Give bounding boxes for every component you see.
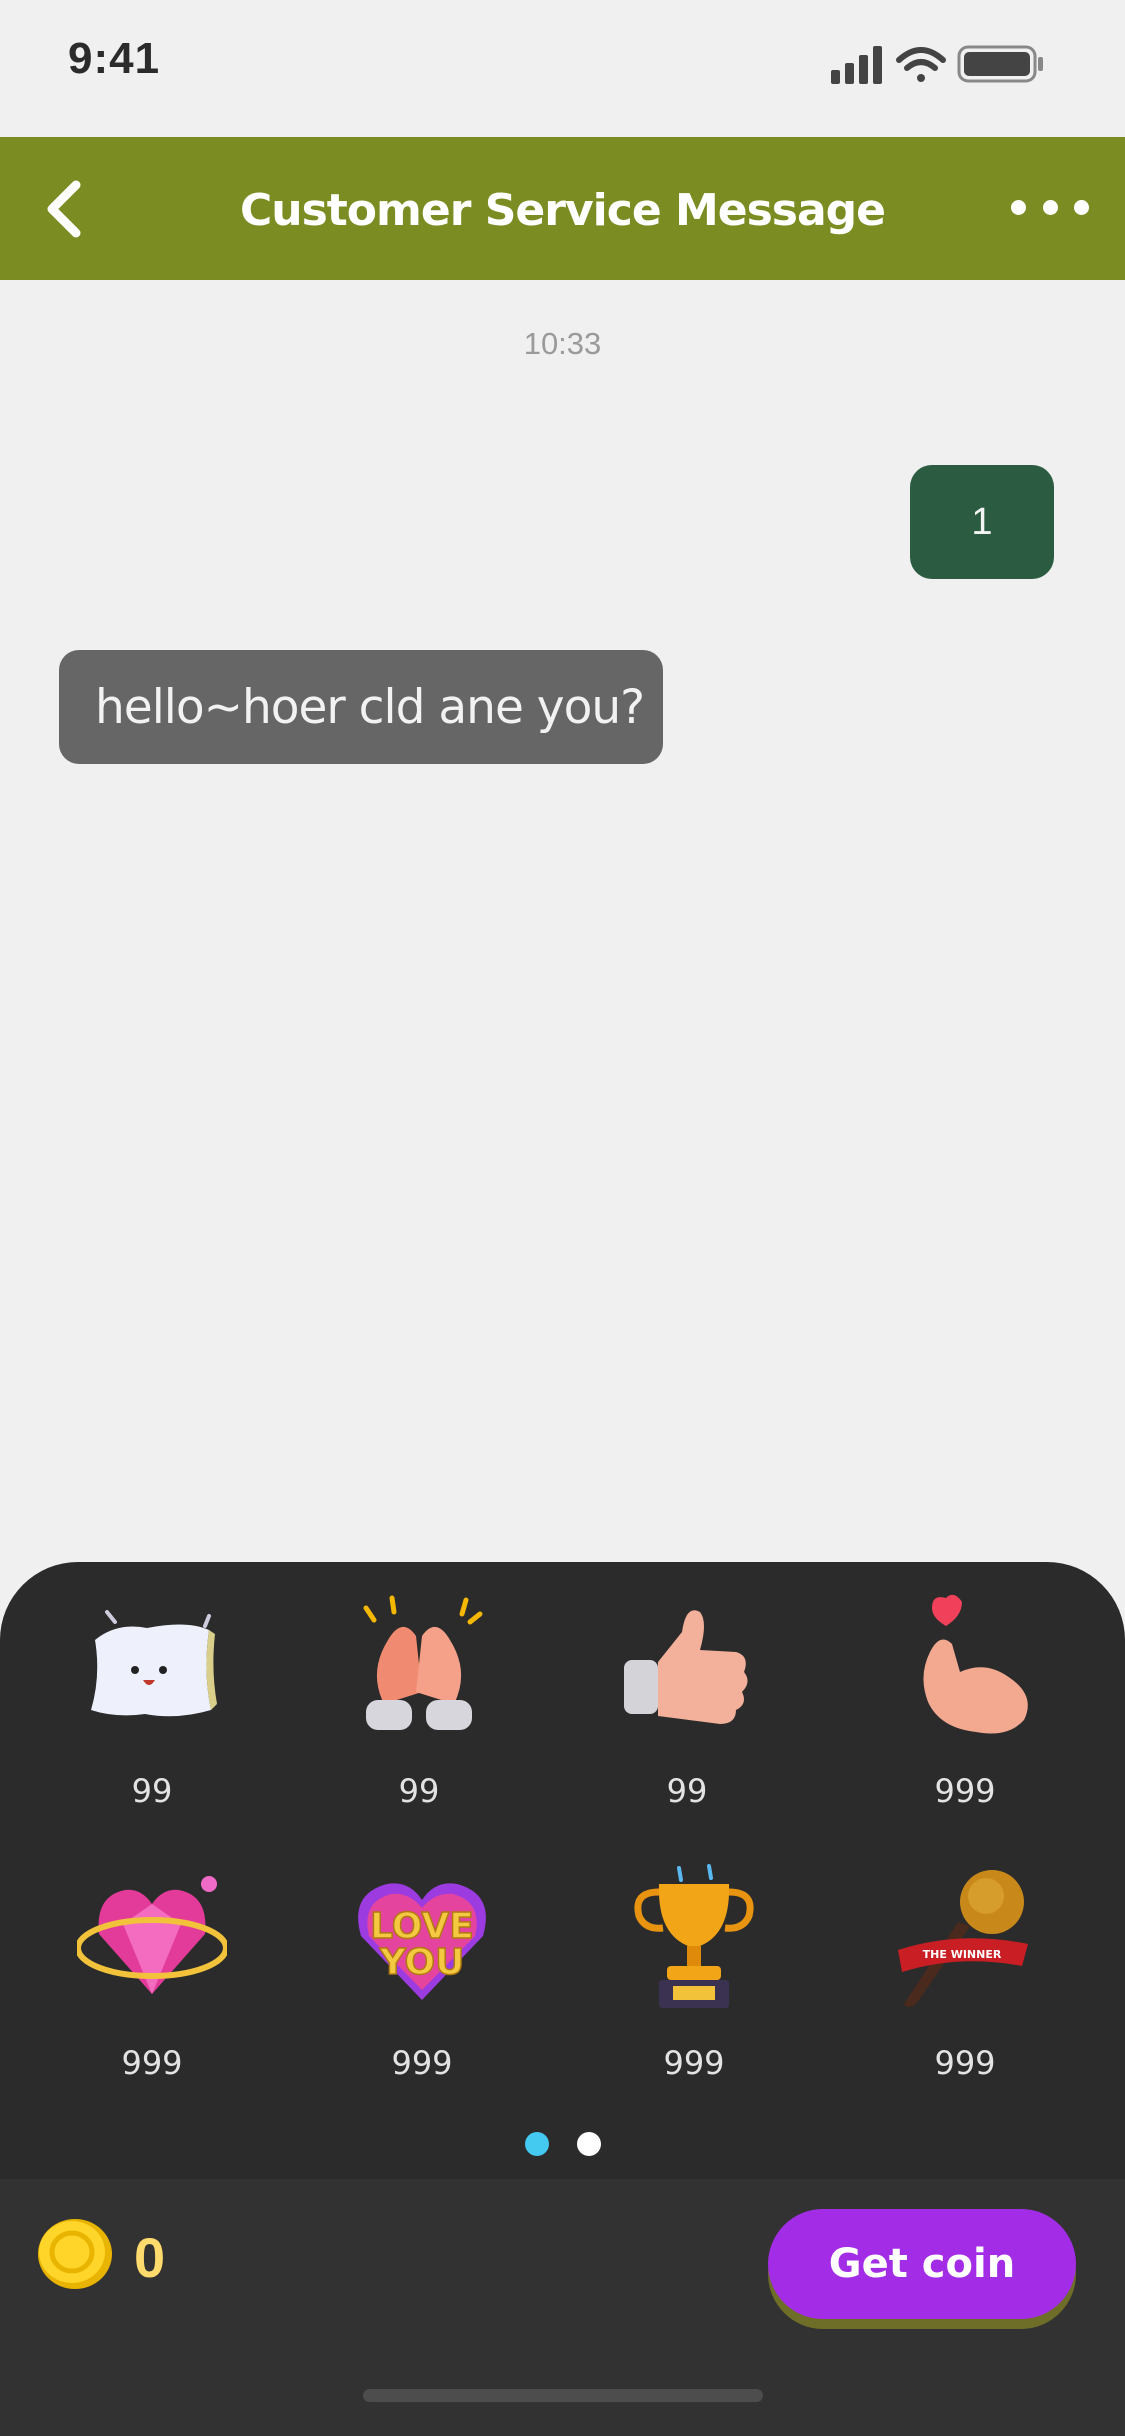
outgoing-message-bubble[interactable]: 1 [910,465,1054,579]
more-dot-icon [1074,199,1089,215]
svg-text:LOVE: LOVE [370,1906,474,1947]
pillow-gift-icon [91,1610,217,1717]
gift-item-thumbs-up[interactable]: 99 [587,1592,787,1842]
diamond-heart-gift-icon [77,1876,227,1994]
page-title: Customer Service Message [239,185,886,236]
microphone-gift-icon: THE WINNER [898,1870,1028,2007]
finger-heart-gift-icon [923,1594,1028,1734]
status-icons [831,45,1043,84]
gift-price: 99 [131,1772,173,1810]
status-time: 9:41 [68,34,161,83]
clapping-hands-gift-icon [363,1595,483,1730]
more-dot-icon [1011,199,1026,215]
gift-item-clapping-hands[interactable]: 99 [319,1592,519,1842]
gift-price: 99 [398,1772,440,1810]
gift-price: 999 [934,2044,996,2082]
gift-price: 999 [391,2044,453,2082]
gift-item-pillow[interactable]: 99 [52,1592,252,1842]
gift-panel: 99 99 99 999 999 LOVE YOU 999 999 THE WI… [0,1562,1125,2179]
page-dot[interactable] [576,2132,601,2156]
incoming-message-bubble[interactable]: hello~hoer cld ane you? [59,650,663,764]
svg-text:THE WINNER: THE WINNER [923,1948,1002,1961]
coin-icon [38,2219,112,2289]
battery-icon [957,45,1043,83]
trophy-gift-icon [634,1864,754,2008]
more-dot-icon [1042,199,1058,215]
coin-balance: 0 [134,2226,166,2289]
gift-price: 999 [934,1772,996,1810]
gift-item-finger-heart[interactable]: 999 [865,1592,1065,1842]
status-bar: 9:41 [0,0,1125,137]
thumbs-up-gift-icon [624,1610,748,1724]
more-options-button[interactable] [1005,177,1095,237]
gift-price: 99 [666,1772,708,1810]
header-bar: Customer Service Message [0,137,1125,280]
page-dot-active[interactable] [524,2132,549,2156]
wifi-icon [896,47,946,82]
gift-price: 999 [663,2044,725,2082]
page-indicator [0,2132,1125,2156]
get-coin-button[interactable]: Get coin [768,2209,1076,2319]
gift-item-diamond-heart[interactable]: 999 [52,1864,252,2114]
gift-price: 999 [121,2044,183,2082]
gift-item-trophy[interactable]: 999 [594,1864,794,2114]
chat-timestamp: 10:33 [523,326,602,361]
gift-item-love-you[interactable]: LOVE YOU 999 [322,1864,522,2114]
gift-item-microphone[interactable]: THE WINNER 999 [865,1864,1065,2114]
signal-icon [831,46,882,84]
svg-text:YOU: YOU [379,1942,465,1983]
love-you-heart-gift-icon: LOVE YOU [358,1883,486,2000]
home-indicator [363,2389,763,2402]
